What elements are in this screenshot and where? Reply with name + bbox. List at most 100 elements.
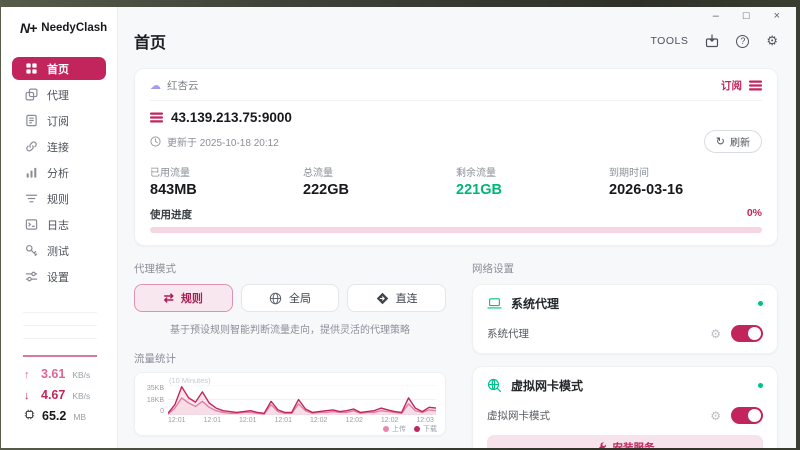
refresh-icon: ↻: [716, 137, 725, 147]
tun-mode-toggle[interactable]: [731, 407, 763, 424]
stat-expiry-date: 到期时间 2026-03-16: [609, 164, 762, 198]
updated-info: 更新于 2025-10-18 20:12: [150, 134, 279, 149]
stat-label: 总流量: [303, 164, 456, 179]
logs-icon: [25, 218, 38, 231]
sidebar-item-label: 订阅: [47, 113, 69, 129]
memory-chip-icon: [24, 409, 35, 420]
mode-button-rule[interactable]: ⇄ 规则: [134, 284, 233, 312]
sidebar-item-proxy[interactable]: 代理: [12, 83, 106, 106]
install-service-button[interactable]: 安装服务: [487, 435, 763, 448]
clock-icon: [150, 136, 161, 147]
sidebar-footer: ↑ 3.61 KB/s ↓ 4.67 KB/s 65.2 MB: [1, 312, 117, 448]
gear-icon[interactable]: ⚙: [710, 409, 721, 423]
x-tick: 12:02: [345, 417, 363, 424]
sidebar-item-label: 代理: [47, 87, 69, 103]
stat-total-traffic: 总流量 222GB: [303, 164, 456, 198]
stat-label: 已用流量: [150, 164, 303, 179]
settings-gear-icon[interactable]: ⚙: [766, 33, 778, 49]
stat-value: 221GB: [456, 182, 609, 198]
tun-mode-header: 虚拟网卡模式: [487, 377, 763, 394]
tools-button[interactable]: TOOLS: [650, 35, 688, 47]
x-axis-ticks: 12:0112:0112:0112:0112:0212:0212:0212:03: [168, 417, 434, 424]
page-header: 首页 TOOLS ? ⚙: [134, 29, 778, 53]
mode-button-global[interactable]: 全局: [241, 284, 340, 312]
maximize-button[interactable]: □: [743, 9, 750, 23]
usage-progress-percent: 0%: [747, 207, 762, 222]
subscription-endpoint: 43.139.213.75:9000: [171, 110, 292, 125]
legend-item: 下载: [414, 424, 437, 434]
mode-button-direct[interactable]: 直连: [347, 284, 446, 312]
wrench-icon: [596, 442, 607, 448]
main-area: – □ × 首页 TOOLS ? ⚙ ☁ 红杏云 订阅: [118, 7, 796, 448]
download-arrow-icon: ↓: [24, 390, 34, 402]
proxy-mode-description: 基于预设规则智能判断流量走向，提供灵活的代理策略: [134, 321, 446, 336]
x-tick: 12:01: [239, 417, 257, 424]
x-tick: 12:03: [416, 417, 434, 424]
proxy-icon: [25, 88, 38, 101]
sidebar-mini-chart: [23, 312, 97, 351]
subscription-icon: [25, 114, 38, 127]
close-button[interactable]: ×: [774, 9, 780, 23]
traffic-chart-title: 流量统计: [134, 351, 446, 366]
updated-text: 更新于 2025-10-18 20:12: [167, 134, 279, 149]
window-controls: – □ ×: [713, 9, 780, 23]
sidebar-item-analytics[interactable]: 分析: [12, 161, 106, 184]
mode-label: 全局: [289, 290, 311, 306]
memory-unit: MB: [73, 412, 86, 422]
sidebar-item-logs[interactable]: 日志: [12, 213, 106, 236]
chart-window-label: (10 Minutes): [169, 376, 211, 385]
sidebar-nav: 首页 代理 订阅 连接 分析 规则: [1, 54, 117, 291]
sidebar-memory-usage: 65.2 MB: [1, 409, 117, 423]
grid-icon: [25, 62, 38, 75]
x-tick: 12:01: [168, 417, 186, 424]
endpoint-row: 43.139.213.75:9000: [150, 110, 762, 125]
usage-progress-label: 使用进度: [150, 207, 192, 222]
subscribe-control[interactable]: 订阅: [721, 78, 762, 93]
import-icon[interactable]: [705, 34, 719, 48]
provider-info: ☁ 红杏云: [150, 78, 199, 93]
help-icon[interactable]: ?: [736, 35, 749, 48]
sidebar-item-home[interactable]: 首页: [12, 57, 106, 80]
app-window: N+ NeedyClash 首页 代理 订阅 连接 分析: [1, 7, 796, 448]
sidebar-item-settings[interactable]: 设置: [12, 265, 106, 288]
direct-icon: [376, 292, 389, 305]
minimize-button[interactable]: –: [713, 9, 719, 23]
upload-arrow-icon: ↑: [24, 369, 34, 381]
proxy-mode-title: 代理模式: [134, 261, 446, 276]
sidebar-item-subscription[interactable]: 订阅: [12, 109, 106, 132]
network-settings-title: 网络设置: [472, 261, 778, 276]
system-proxy-toggle[interactable]: [731, 325, 763, 342]
page-title: 首页: [134, 29, 166, 53]
x-tick: 12:02: [381, 417, 399, 424]
upload-speed-unit: KB/s: [72, 370, 90, 380]
gear-icon[interactable]: ⚙: [710, 327, 721, 341]
install-service-label: 安装服务: [613, 440, 655, 448]
download-speed-value: 4.67: [41, 388, 65, 402]
sidebar-item-test[interactable]: 测试: [12, 239, 106, 262]
logo-mark-icon: N+: [20, 20, 36, 36]
sidebar-item-connections[interactable]: 连接: [12, 135, 106, 158]
left-column: 代理模式 ⇄ 规则 全局 直连 基于预设规则智能判断流量走向，提供灵: [134, 261, 446, 448]
test-key-icon: [25, 244, 38, 257]
download-speed-unit: KB/s: [72, 391, 90, 401]
system-proxy-row: 系统代理 ⚙: [487, 325, 763, 342]
x-tick: 12:02: [310, 417, 328, 424]
tun-mode-card-title: 虚拟网卡模式: [511, 377, 749, 394]
sidebar-item-label: 首页: [47, 61, 69, 77]
y-tick: 18KB: [147, 397, 164, 404]
sidebar-upload-speed: ↑ 3.61 KB/s: [1, 367, 117, 381]
sidebar-item-label: 测试: [47, 243, 69, 259]
memory-value: 65.2: [42, 409, 66, 423]
mode-label: 直连: [396, 290, 418, 306]
sidebar-divider: [23, 355, 97, 357]
refresh-button[interactable]: ↻ 刷新: [704, 130, 762, 153]
provider-row: ☁ 红杏云 订阅: [150, 78, 762, 101]
mode-label: 规则: [181, 290, 203, 306]
subscribe-label[interactable]: 订阅: [721, 78, 742, 93]
sidebar-item-rules[interactable]: 规则: [12, 187, 106, 210]
rules-icon: [25, 192, 38, 205]
laptop-icon: [487, 296, 502, 311]
stat-value: 843MB: [150, 182, 303, 198]
subscription-list-icon[interactable]: [749, 80, 762, 91]
app-title: NeedyClash: [41, 22, 107, 34]
